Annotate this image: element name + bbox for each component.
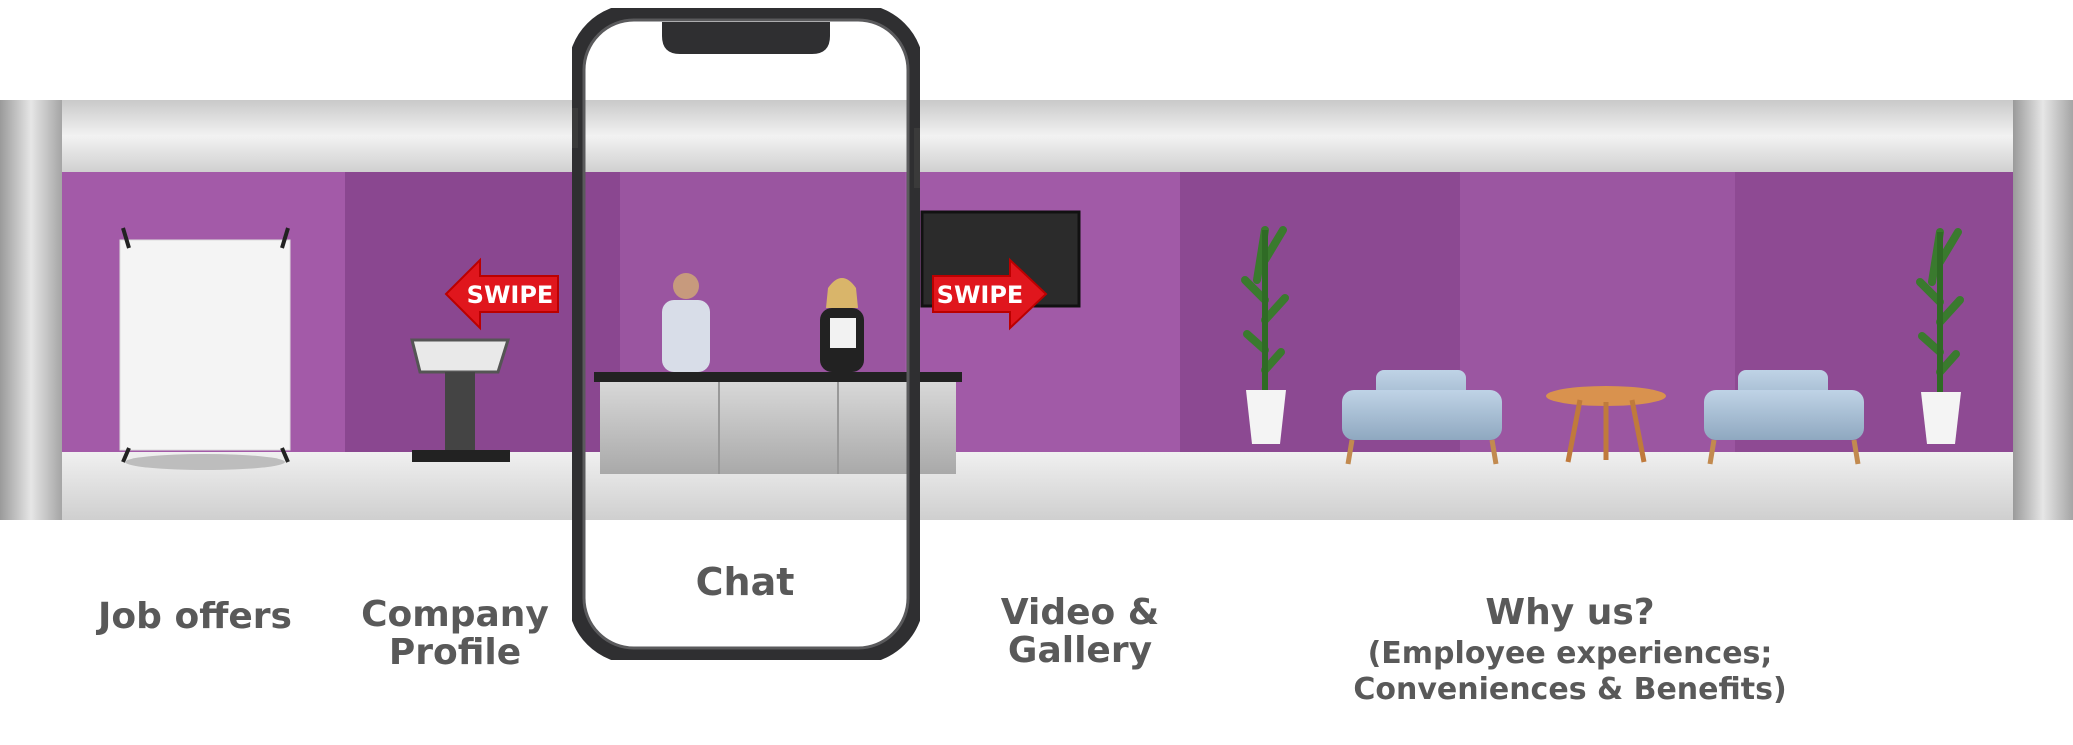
company-profile-caption: Company Profile: [361, 594, 549, 673]
phone-notch: [662, 22, 830, 54]
virtual-booth-scene: SWIPE SWIPE: [0, 100, 2073, 520]
why-us-subtitle: (Employee experiences; Conveniences & Be…: [1353, 635, 1787, 707]
chat-label[interactable]: Chat: [620, 560, 870, 604]
why-us-title: Why us?: [1485, 592, 1655, 633]
why-us-caption: Why us? (Employee experiences; Convenien…: [1330, 594, 1810, 708]
job-offers-banner[interactable]: [119, 227, 291, 470]
swipe-left-label: SWIPE: [467, 281, 554, 309]
swipe-right-label: SWIPE: [937, 281, 1024, 309]
video-gallery-caption: Video & Gallery: [1000, 592, 1160, 671]
job-offers-caption: Job offers: [98, 596, 292, 637]
